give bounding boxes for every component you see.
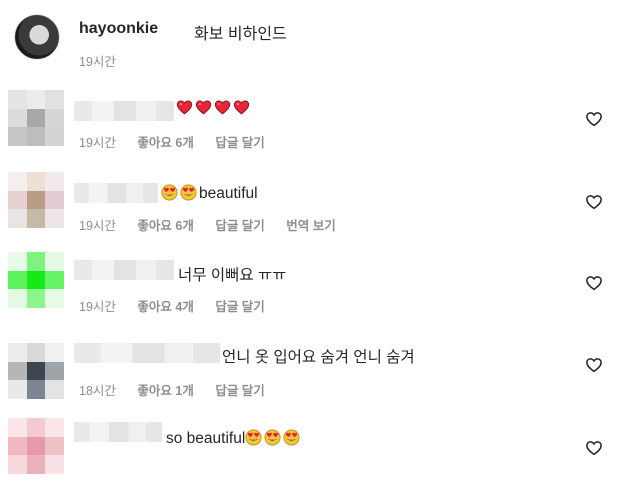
comment-item: 너무 이뻐요 ㅠㅠ 19시간 좋아요 4개 답글 달기: [0, 242, 617, 322]
reply-button[interactable]: 답글 달기: [215, 300, 264, 314]
heart-eyes-emoji-icon: [283, 429, 300, 446]
comment-item: so beautiful: [0, 404, 617, 484]
likes-count[interactable]: 좋아요 6개: [137, 136, 193, 150]
likes-count[interactable]: 좋아요 1개: [137, 384, 193, 398]
author-username[interactable]: hayoonkie: [79, 20, 158, 38]
comment-meta: 19시간 좋아요 6개 답글 달기 번역 보기: [79, 215, 354, 234]
heart-eyes-emoji-icon: [180, 184, 197, 201]
post-caption: hayoonkie 화보 비하인드 19시간: [0, 0, 617, 80]
like-heart-icon[interactable]: [585, 439, 605, 459]
red-heart-emoji-icon: [176, 100, 193, 115]
comment-text: beautiful: [161, 184, 258, 203]
comment-meta: 18시간 좋아요 1개 답글 달기: [79, 380, 283, 399]
heart-eyes-emoji-icon: [245, 429, 262, 446]
comment-meta: 19시간 좋아요 6개 답글 달기: [79, 132, 283, 151]
comment-time: 19시간: [79, 219, 116, 233]
comment-avatar[interactable]: [8, 90, 64, 146]
comment-meta: 19시간 좋아요 4개 답글 달기: [79, 296, 283, 315]
author-avatar[interactable]: [14, 14, 60, 60]
comment-username-redacted[interactable]: [74, 101, 174, 121]
comment-username-redacted[interactable]: [74, 183, 158, 203]
comment-text: 언니 옷 입어요 숨겨 언니 숨겨: [222, 349, 415, 366]
comment-username-redacted[interactable]: [74, 422, 162, 442]
comment-text: so beautiful: [166, 429, 302, 448]
like-heart-icon[interactable]: [585, 193, 605, 213]
comment-item: beautiful 19시간 좋아요 6개 답글 달기 번역 보기: [0, 160, 617, 240]
caption-time[interactable]: 19시간: [79, 51, 116, 70]
comment-item: 언니 옷 입어요 숨겨 언니 숨겨 18시간 좋아요 1개 답글 달기: [0, 323, 617, 403]
heart-eyes-emoji-icon: [264, 429, 281, 446]
comment-time: 18시간: [79, 384, 116, 398]
like-heart-icon[interactable]: [585, 356, 605, 376]
comment-avatar[interactable]: [8, 252, 64, 308]
heart-eyes-emoji-icon: [161, 184, 178, 201]
comment-avatar[interactable]: [8, 172, 64, 228]
likes-count[interactable]: 좋아요 6개: [137, 219, 193, 233]
comment-time: 19시간: [79, 136, 116, 150]
comment-avatar[interactable]: [8, 343, 64, 399]
like-heart-icon[interactable]: [585, 274, 605, 294]
translate-button[interactable]: 번역 보기: [286, 219, 335, 233]
comment-time: 19시간: [79, 300, 116, 314]
comment-avatar[interactable]: [8, 418, 64, 474]
comment-item: 19시간 좋아요 6개 답글 달기: [0, 80, 617, 160]
red-heart-emoji-icon: [195, 100, 212, 115]
caption-text: 화보 비하인드: [194, 26, 287, 43]
like-heart-icon[interactable]: [585, 110, 605, 130]
comment-text: [176, 99, 252, 118]
red-heart-emoji-icon: [214, 100, 231, 115]
red-heart-emoji-icon: [233, 100, 250, 115]
comment-username-redacted[interactable]: [74, 260, 174, 280]
reply-button[interactable]: 답글 달기: [215, 136, 264, 150]
comment-username-redacted[interactable]: [74, 343, 220, 363]
reply-button[interactable]: 답글 달기: [215, 219, 264, 233]
likes-count[interactable]: 좋아요 4개: [137, 300, 193, 314]
reply-button[interactable]: 답글 달기: [215, 384, 264, 398]
comment-text: 너무 이뻐요 ㅠㅠ: [178, 267, 287, 284]
